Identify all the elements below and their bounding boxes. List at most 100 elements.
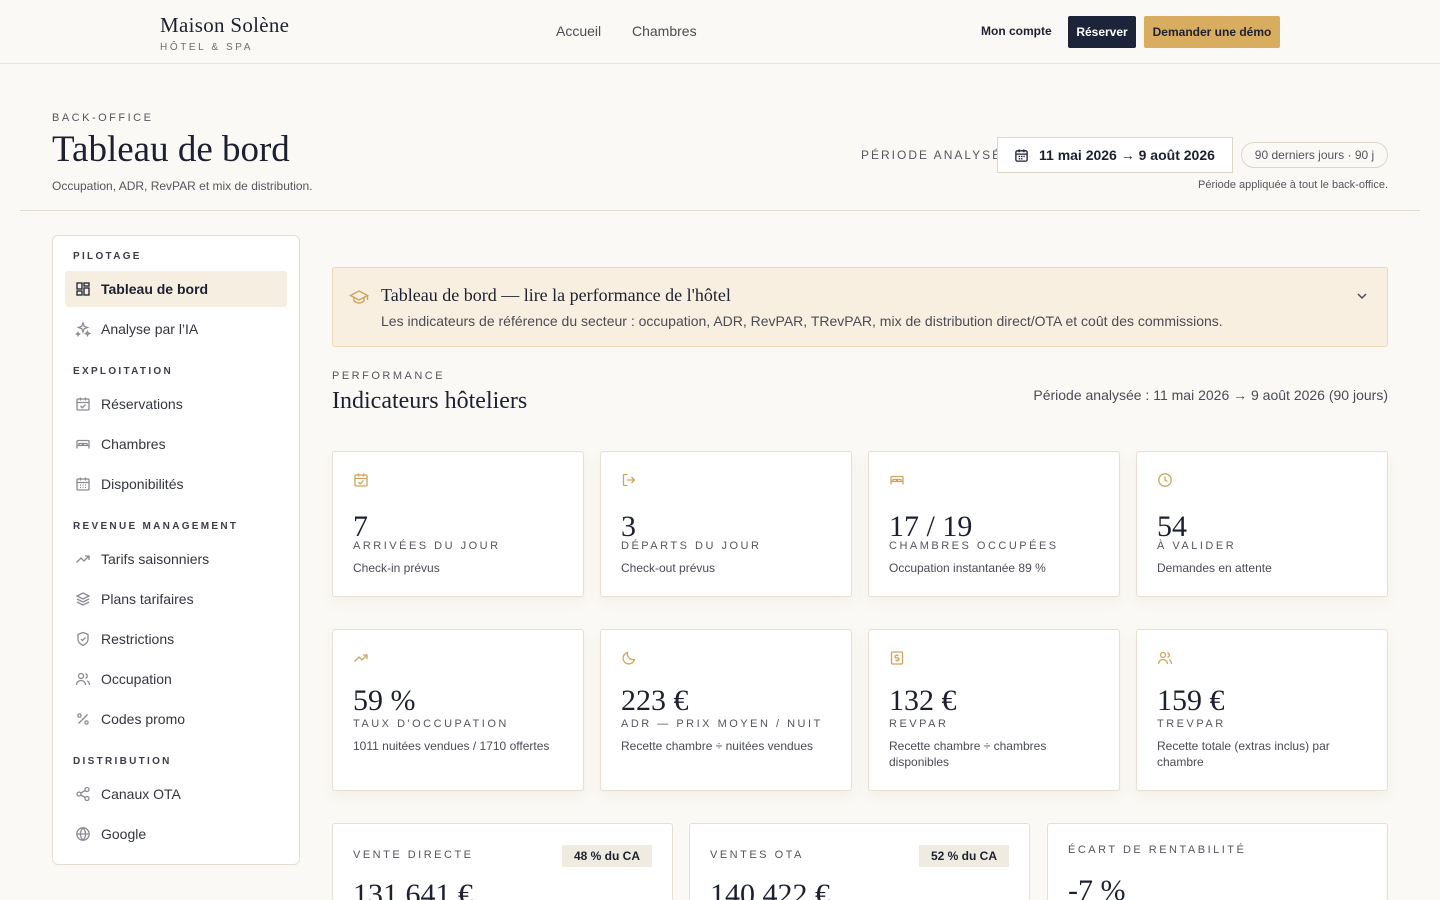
sidebar-item-plans-tarifaires[interactable]: Plans tarifaires: [65, 581, 287, 617]
page-subtitle: Occupation, ADR, RevPAR et mix de distri…: [52, 179, 313, 193]
kpi-card-revpar: 132 € REVPAR Recette chambre ÷ chambres …: [868, 629, 1120, 791]
performance-eyebrow: PERFORMANCE: [332, 370, 446, 382]
sidebar-item-label: Disponibilités: [101, 476, 184, 492]
brand-logo-name[interactable]: Maison Solène: [160, 13, 289, 38]
kpi-card-adr: 223 € ADR — PRIX MOYEN / NUIT Recette ch…: [600, 629, 852, 791]
kpi-description: Demandes en attente: [1157, 561, 1272, 575]
sidebar-item-codes-promo[interactable]: Codes promo: [65, 701, 287, 737]
distribution-card-vente-directe: VENTE DIRECTE 48 % du CA 131 641 €: [332, 823, 673, 900]
sidebar-item-tarifs-saisonniers[interactable]: Tarifs saisonniers: [65, 541, 287, 577]
kpi-value: 54: [1157, 510, 1187, 543]
shield-icon: [75, 631, 91, 647]
share-badge: 52 % du CA: [918, 845, 1009, 867]
sidebar-item-label: Analyse par l’IA: [101, 321, 199, 337]
sidebar-section-pilotage: PILOTAGE: [73, 251, 142, 262]
sidebar-item-tableau-de-bord[interactable]: Tableau de bord: [65, 271, 287, 307]
page-title: Tableau de bord: [52, 129, 290, 170]
sidebar-item-label: Chambres: [101, 436, 166, 452]
kpi-label: À VALIDER: [1157, 540, 1237, 552]
kpi-description: Check-in prévus: [353, 561, 440, 575]
distribution-label: ÉCART DE RENTABILITÉ: [1068, 844, 1247, 856]
kpi-description: Recette chambre ÷ nuitées vendues: [621, 739, 814, 753]
kpi-card-trevpar: 159 € TREVPAR Recette totale (extras inc…: [1136, 629, 1388, 791]
distribution-value: 140 422 €: [710, 878, 830, 900]
bed-icon: [75, 436, 91, 452]
trending-up-icon: [353, 650, 369, 666]
reserve-button[interactable]: Réserver: [1068, 16, 1136, 48]
calendar-icon: [1014, 148, 1029, 163]
demo-request-button[interactable]: Demander une démo: [1144, 16, 1280, 48]
logout-icon: [621, 472, 637, 488]
kpi-card-a-valider: 54 À VALIDER Demandes en attente: [1136, 451, 1388, 597]
kpi-value: 223 €: [621, 684, 689, 717]
sidebar-item-google[interactable]: Google: [65, 816, 287, 852]
graduation-cap-icon: [349, 288, 369, 306]
kpi-value: 17 / 19: [889, 510, 973, 543]
sidebar-item-label: Tableau de bord: [101, 281, 209, 297]
share-icon: [75, 786, 91, 802]
kpi-value: 3: [621, 510, 636, 543]
layers-icon: [75, 591, 91, 607]
sidebar-item-chambres[interactable]: Chambres: [65, 426, 287, 462]
period-preset-pill[interactable]: 90 derniers jours · 90 j: [1241, 142, 1388, 168]
date-range-picker[interactable]: 11 mai 2026 → 9 août 2026: [997, 137, 1233, 173]
header-divider: [20, 210, 1420, 211]
sidebar-item-reservations[interactable]: Réservations: [65, 386, 287, 422]
period-note: Période appliquée à tout le back-office.: [1198, 179, 1388, 191]
sidebar-item-analyse-ia[interactable]: Analyse par l’IA: [65, 311, 287, 347]
sidebar-section-distribution: DISTRIBUTION: [73, 756, 172, 767]
kpi-value: 132 €: [889, 684, 957, 717]
sidebar-item-label: Tarifs saisonniers: [101, 551, 210, 567]
users-icon: [1157, 650, 1173, 666]
moon-icon: [621, 650, 637, 666]
sidebar-item-label: Occupation: [101, 671, 172, 687]
sidebar-item-label: Google: [101, 826, 147, 842]
grid-icon: [75, 281, 91, 297]
sidebar-item-label: Réservations: [101, 396, 183, 412]
trending-up-icon: [75, 551, 91, 567]
clock-icon: [1157, 472, 1173, 488]
kpi-description: 1011 nuitées vendues / 1710 offertes: [353, 739, 550, 753]
guide-banner[interactable]: Tableau de bord — lire la performance de…: [332, 267, 1388, 347]
receipt-icon: [889, 650, 905, 666]
sidebar-item-disponibilites[interactable]: Disponibilités: [65, 466, 287, 502]
sidebar-item-canaux-ota[interactable]: Canaux OTA: [65, 776, 287, 812]
sidebar-section-revenue-management: REVENUE MANAGEMENT: [73, 521, 239, 532]
sidebar-item-label: Codes promo: [101, 711, 186, 727]
kpi-card-arrivees: 7 ARRIVÉES DU JOUR Check-in prévus: [332, 451, 584, 597]
distribution-card-ecart-rentabilite: ÉCART DE RENTABILITÉ -7 %: [1047, 823, 1388, 900]
date-range-text: 11 mai 2026 → 9 août 2026: [1039, 147, 1215, 163]
nav-link-accueil[interactable]: Accueil: [556, 23, 601, 39]
sidebar-item-occupation[interactable]: Occupation: [65, 661, 287, 697]
kpi-label: DÉPARTS DU JOUR: [621, 540, 762, 552]
distribution-card-ventes-ota: VENTES OTA 52 % du CA 140 422 €: [689, 823, 1030, 900]
kpi-description: Recette totale (extras inclus) par chamb…: [1157, 739, 1330, 769]
calendar-grid-icon: [75, 476, 91, 492]
kpi-label: ARRIVÉES DU JOUR: [353, 540, 501, 552]
globe-icon: [75, 826, 91, 842]
kpi-card-chambres-occupees: 17 / 19 CHAMBRES OCCUPÉES Occupation ins…: [868, 451, 1120, 597]
brand-logo-subtitle: HÔTEL & SPA: [160, 42, 254, 53]
sidebar-item-label: Canaux OTA: [101, 786, 181, 802]
calendar-check-icon: [353, 472, 369, 488]
percent-icon: [75, 711, 91, 727]
account-link[interactable]: Mon compte: [981, 24, 1052, 38]
distribution-label: VENTES OTA: [710, 849, 804, 861]
kpi-description: Check-out prévus: [621, 561, 716, 575]
nav-link-chambres[interactable]: Chambres: [632, 23, 697, 39]
kpi-label: CHAMBRES OCCUPÉES: [889, 540, 1059, 552]
users-icon: [75, 671, 91, 687]
bed-icon: [889, 472, 905, 488]
distribution-value: -7 %: [1068, 874, 1126, 900]
page-eyebrow: BACK-OFFICE: [52, 112, 154, 124]
sidebar-item-label: Plans tarifaires: [101, 591, 194, 607]
kpi-value: 59 %: [353, 684, 416, 717]
chevron-down-icon[interactable]: [1355, 289, 1369, 303]
sidebar-item-restrictions[interactable]: Restrictions: [65, 621, 287, 657]
kpi-label: REVPAR: [889, 718, 949, 730]
period-label: PÉRIODE ANALYSÉE: [861, 148, 1013, 162]
kpi-value: 159 €: [1157, 684, 1225, 717]
sidebar-item-label: Restrictions: [101, 631, 175, 647]
guide-title: Tableau de bord — lire la performance de…: [381, 285, 731, 305]
sidebar-section-exploitation: EXPLOITATION: [73, 366, 174, 377]
